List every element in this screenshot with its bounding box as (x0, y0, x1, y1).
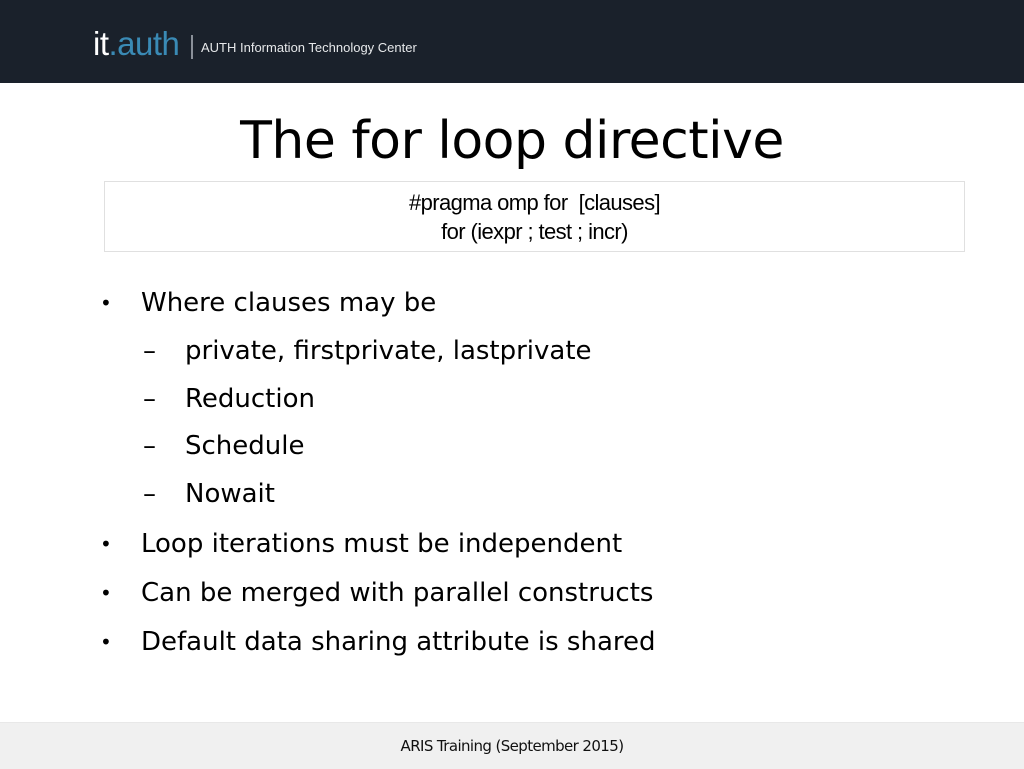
bullet-text: private, firstprivate, lastprivate (185, 336, 592, 366)
dash-marker: – (143, 336, 156, 366)
bullet-marker: • (100, 291, 112, 315)
bullet-marker: • (100, 532, 112, 556)
dash-marker: – (143, 431, 156, 461)
bullet-text: Can be merged with parallel constructs (141, 578, 654, 608)
bullet-text: Schedule (185, 431, 305, 461)
footer-bar: ARIS Training (September 2015) (0, 722, 1024, 769)
bullet-item: • Can be merged with parallel constructs (100, 576, 654, 610)
bullet-text: Reduction (185, 384, 315, 414)
sub-bullet-item: – private, firstprivate, lastprivate (143, 334, 592, 368)
bullet-marker: • (100, 581, 112, 605)
bullet-item: • Default data sharing attribute is shar… (100, 625, 656, 659)
sub-bullet-item: – Nowait (143, 477, 275, 511)
dash-marker: – (143, 479, 156, 509)
bullet-text: Loop iterations must be independent (141, 529, 623, 559)
sub-bullet-item: – Reduction (143, 382, 315, 416)
sub-bullet-item: – Schedule (143, 429, 305, 463)
bullet-marker: • (100, 630, 112, 654)
bullet-list: • Where clauses may be – private, firstp… (0, 0, 1024, 700)
footer-text: ARIS Training (September 2015) (400, 737, 625, 755)
bullet-item: • Loop iterations must be independent (100, 527, 623, 561)
bullet-text: Where clauses may be (141, 288, 437, 318)
dash-marker: – (143, 384, 156, 414)
bullet-text: Nowait (185, 479, 275, 509)
bullet-item: • Where clauses may be (100, 286, 437, 320)
bullet-text: Default data sharing attribute is shared (141, 627, 656, 657)
